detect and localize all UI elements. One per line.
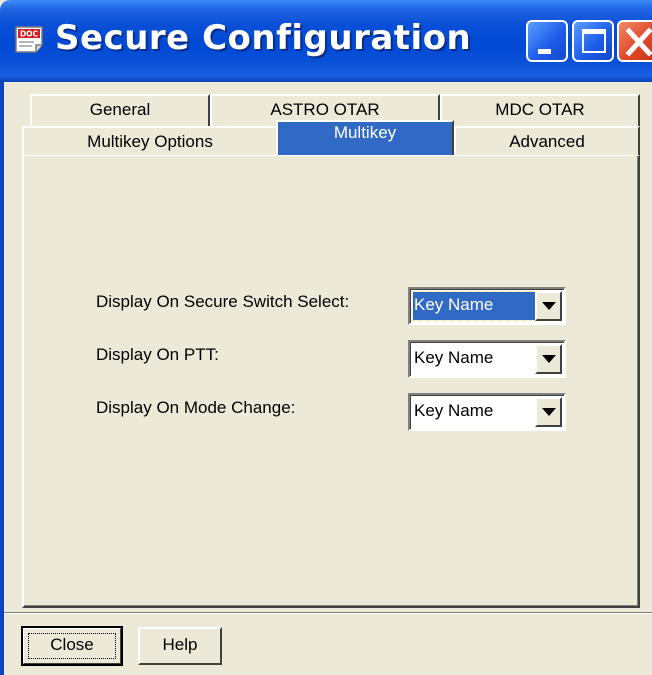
- secure-switch-select-dropdown[interactable]: Key Name: [408, 287, 566, 325]
- dropdown-button[interactable]: [535, 397, 562, 427]
- svg-text:DOC: DOC: [20, 30, 39, 39]
- close-button-label: Close: [50, 635, 94, 654]
- help-button[interactable]: Help: [138, 627, 222, 665]
- dropdown-button[interactable]: [535, 291, 562, 321]
- dropdown-button[interactable]: [535, 344, 562, 374]
- ptt-value: Key Name: [414, 348, 494, 367]
- ptt-label: Display On PTT:: [96, 345, 219, 364]
- tab-general[interactable]: General: [30, 94, 210, 126]
- tab-multikey[interactable]: Multikey: [276, 120, 454, 157]
- window-title: Secure Configuration: [55, 18, 472, 58]
- chevron-down-icon: [542, 408, 556, 416]
- mode-change-value: Key Name: [414, 401, 494, 420]
- maximize-icon: [582, 29, 606, 53]
- title-bar[interactable]: DOC Secure Configuration: [0, 0, 652, 82]
- close-button[interactable]: Close: [21, 626, 123, 666]
- secure-switch-select-value: Key Name: [412, 291, 536, 321]
- chevron-down-icon: [542, 302, 556, 310]
- multikey-panel: [22, 155, 640, 608]
- ptt-dropdown[interactable]: Key Name: [408, 340, 566, 378]
- chevron-down-icon: [542, 355, 556, 363]
- minimize-button[interactable]: [526, 20, 568, 62]
- minimize-icon: [538, 49, 551, 54]
- secure-switch-select-label: Display On Secure Switch Select:: [96, 292, 350, 311]
- close-window-button[interactable]: [617, 20, 652, 62]
- tab-multikey-options[interactable]: Multikey Options: [22, 126, 278, 157]
- help-button-label: Help: [162, 635, 198, 654]
- button-bar-separator: [4, 612, 652, 614]
- document-icon: DOC: [15, 26, 43, 53]
- tab-mdc-otar[interactable]: MDC OTAR: [440, 94, 640, 126]
- mode-change-dropdown[interactable]: Key Name: [408, 393, 566, 431]
- tab-advanced[interactable]: Advanced: [454, 126, 640, 157]
- maximize-button[interactable]: [572, 20, 614, 62]
- mode-change-label: Display On Mode Change:: [96, 398, 296, 417]
- close-icon: [625, 27, 652, 57]
